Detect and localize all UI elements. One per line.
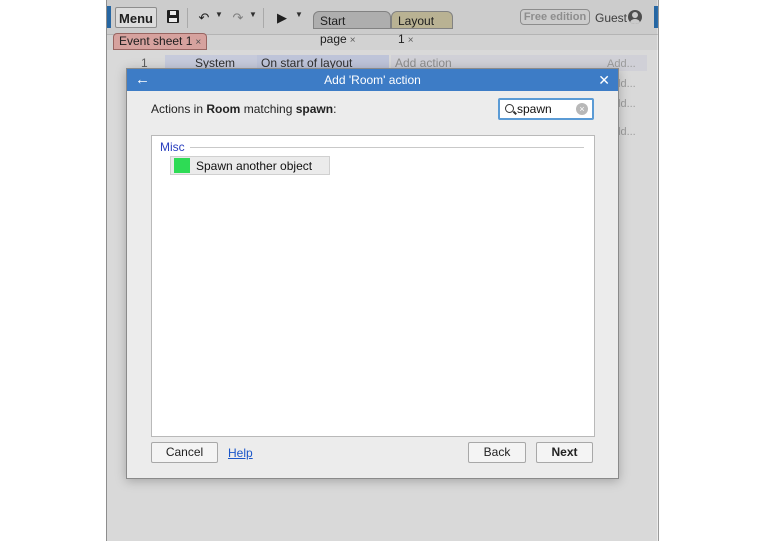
dialog-heading: Actions in Room matching spawn:	[151, 102, 336, 116]
close-icon[interactable]: ✕	[598, 71, 610, 89]
list-item[interactable]: Spawn another object	[170, 156, 330, 175]
back-button[interactable]: Back	[468, 442, 526, 463]
heading-mid: matching	[240, 102, 296, 116]
back-arrow-icon[interactable]: ←	[135, 71, 150, 89]
action-label: Spawn another object	[196, 159, 313, 173]
add-action-dialog: Add 'Room' action ← ✕ Actions in Room ma…	[126, 68, 619, 479]
category-divider	[190, 147, 584, 148]
heading-suffix: :	[333, 102, 337, 116]
actions-list: Misc Spawn another object	[151, 135, 595, 437]
category-label-misc: Misc	[160, 140, 189, 154]
search-icon	[505, 104, 514, 113]
heading-query: spawn	[295, 102, 334, 116]
help-link[interactable]: Help	[228, 446, 253, 460]
cancel-button[interactable]: Cancel	[151, 442, 218, 463]
search-box[interactable]: ×	[498, 98, 594, 120]
heading-object: Room	[206, 102, 241, 116]
heading-prefix: Actions in	[151, 102, 207, 116]
next-button[interactable]: Next	[536, 442, 593, 463]
dialog-title: Add 'Room' action	[324, 73, 421, 87]
search-input[interactable]	[517, 101, 575, 117]
action-color-icon	[174, 158, 190, 173]
dialog-titlebar: Add 'Room' action ← ✕	[127, 69, 618, 91]
clear-search-icon[interactable]: ×	[576, 103, 588, 115]
